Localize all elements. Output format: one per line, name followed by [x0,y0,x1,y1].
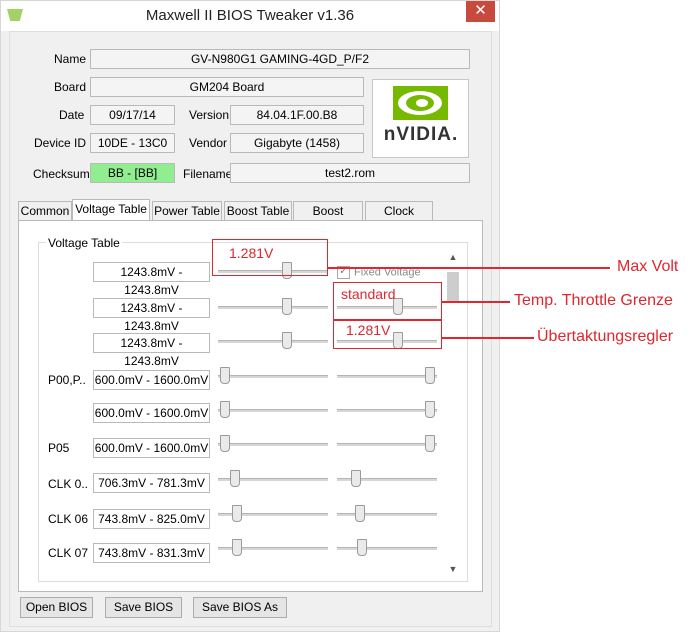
throttle-value: standard [341,286,396,302]
slider-track [337,375,437,378]
checksum-label: Checksum [33,167,90,181]
board-label: Board [54,80,87,94]
slider-thumb[interactable] [220,367,230,384]
slider-track [218,409,328,412]
voltage-slider[interactable] [218,504,328,524]
scroll-up-icon[interactable]: ▲ [446,250,460,264]
row-label: CLK 0.. [48,477,89,491]
slider-track [337,513,437,516]
oc-leader-line [442,337,534,339]
save-bios-as-button[interactable]: Save BIOS As [193,597,287,618]
tab-boost-table[interactable]: Boost Table [224,201,292,221]
vendor-label: Vendor [189,136,228,150]
tab-boost-states[interactable]: Boost States [293,201,363,237]
row-label: P00,P.. [48,373,86,387]
slider-thumb[interactable] [230,470,240,487]
voltage-slider[interactable] [218,366,328,386]
version-field: 84.04.1F.00.B8 [230,105,364,125]
row-label: CLK 07 [48,546,89,560]
oc-annotation: Übertaktungsregler [537,328,674,345]
slider-thumb[interactable] [232,539,242,556]
vendor-field: Gigabyte (1458) [230,133,364,153]
max-volt-value: 1.281V [229,245,274,261]
slider-thumb[interactable] [425,367,435,384]
voltage-range-field: 743.8mV - 831.3mV [93,543,210,563]
voltage-slider[interactable] [218,297,328,317]
slider-track [218,340,328,343]
slider-thumb[interactable] [232,505,242,522]
voltage-slider[interactable] [218,331,328,351]
slider-thumb[interactable] [220,401,230,418]
checksum-field: BB - [BB] [90,163,175,183]
vertical-scrollbar[interactable]: ▲ ▼ [446,250,460,576]
filename-label: Filename [183,167,233,181]
oc-value: 1.281V [346,322,391,338]
voltage-slider[interactable] [218,400,328,420]
date-field: 09/17/14 [90,105,175,125]
slider-thumb[interactable] [425,435,435,452]
slider-thumb[interactable] [282,298,292,315]
date-label: Date [59,108,85,122]
row-label: CLK 06 [48,512,89,526]
name-field: GV-N980G1 GAMING-4GD_P/F2 [90,49,470,69]
open-bios-button[interactable]: Open BIOS [20,597,93,618]
voltage-group-title: Voltage Table [46,236,122,250]
slider-thumb[interactable] [357,539,367,556]
voltage-range-field: 600.0mV - 1600.0mV [93,370,210,390]
slider-track [218,375,328,378]
tab-common[interactable]: Common [18,201,72,221]
device-id-label: Device ID [34,136,87,150]
voltage-range-field: 1243.8mV - 1243.8mV [93,298,210,333]
nvidia-logo-text: nVIDIA. [383,124,459,145]
save-bios-button[interactable]: Save BIOS [105,597,182,618]
voltage-slider[interactable] [218,434,328,454]
voltage-range-field: 743.8mV - 825.0mV [93,509,210,529]
voltage-slider[interactable] [218,538,328,558]
voltage-slider-max[interactable] [337,538,437,558]
voltage-range-field: 600.0mV - 1600.0mV [93,403,210,423]
row-label: P05 [48,441,70,455]
voltage-range-field: 706.3mV - 781.3mV [93,473,210,493]
slider-track [337,409,437,412]
voltage-slider-max[interactable] [337,504,437,524]
voltage-range-field: 600.0mV - 1600.0mV [93,438,210,458]
version-label: Version [189,108,230,122]
tab-power-table[interactable]: Power Table [152,201,222,221]
voltage-slider-max[interactable] [337,434,437,454]
voltage-range-field: 1243.8mV - 1243.8mV [93,262,210,297]
scroll-thumb[interactable] [447,272,459,302]
window-title: Maxwell II BIOS Tweaker v1.36 [145,7,355,24]
voltage-slider-max[interactable] [337,400,437,420]
slider-track [337,547,437,550]
close-button[interactable]: ✕ [466,1,495,22]
slider-thumb[interactable] [351,470,361,487]
slider-thumb[interactable] [282,332,292,349]
throttle-annotation: Temp. Throttle Grenze [514,292,673,309]
slider-track [218,306,328,309]
voltage-range-field: 1243.8mV - 1243.8mV [93,333,210,368]
voltage-slider-max[interactable] [337,366,437,386]
board-field: GM204 Board [90,77,364,97]
throttle-leader-line [442,301,510,303]
title-bar[interactable]: Maxwell II BIOS Tweaker v1.36 ✕ [1,1,499,31]
voltage-slider-max[interactable] [337,469,437,489]
slider-thumb[interactable] [425,401,435,418]
nvidia-eye-icon [393,86,448,120]
device-id-field: 10DE - 13C0 [90,133,175,153]
max-volt-leader-line [328,267,610,269]
slider-track [218,443,328,446]
scroll-down-icon[interactable]: ▼ [446,562,460,576]
slider-track [337,443,437,446]
filename-field: test2.rom [230,163,470,183]
voltage-slider[interactable] [218,469,328,489]
max-volt-annotation: Max Volt [617,258,679,275]
tab-voltage-table[interactable]: Voltage Table [72,199,150,222]
name-label: Name [54,52,87,66]
slider-thumb[interactable] [220,435,230,452]
nvidia-logo: nVIDIA. [372,79,469,158]
slider-thumb[interactable] [355,505,365,522]
tab-clock-states[interactable]: Clock States [365,201,433,237]
